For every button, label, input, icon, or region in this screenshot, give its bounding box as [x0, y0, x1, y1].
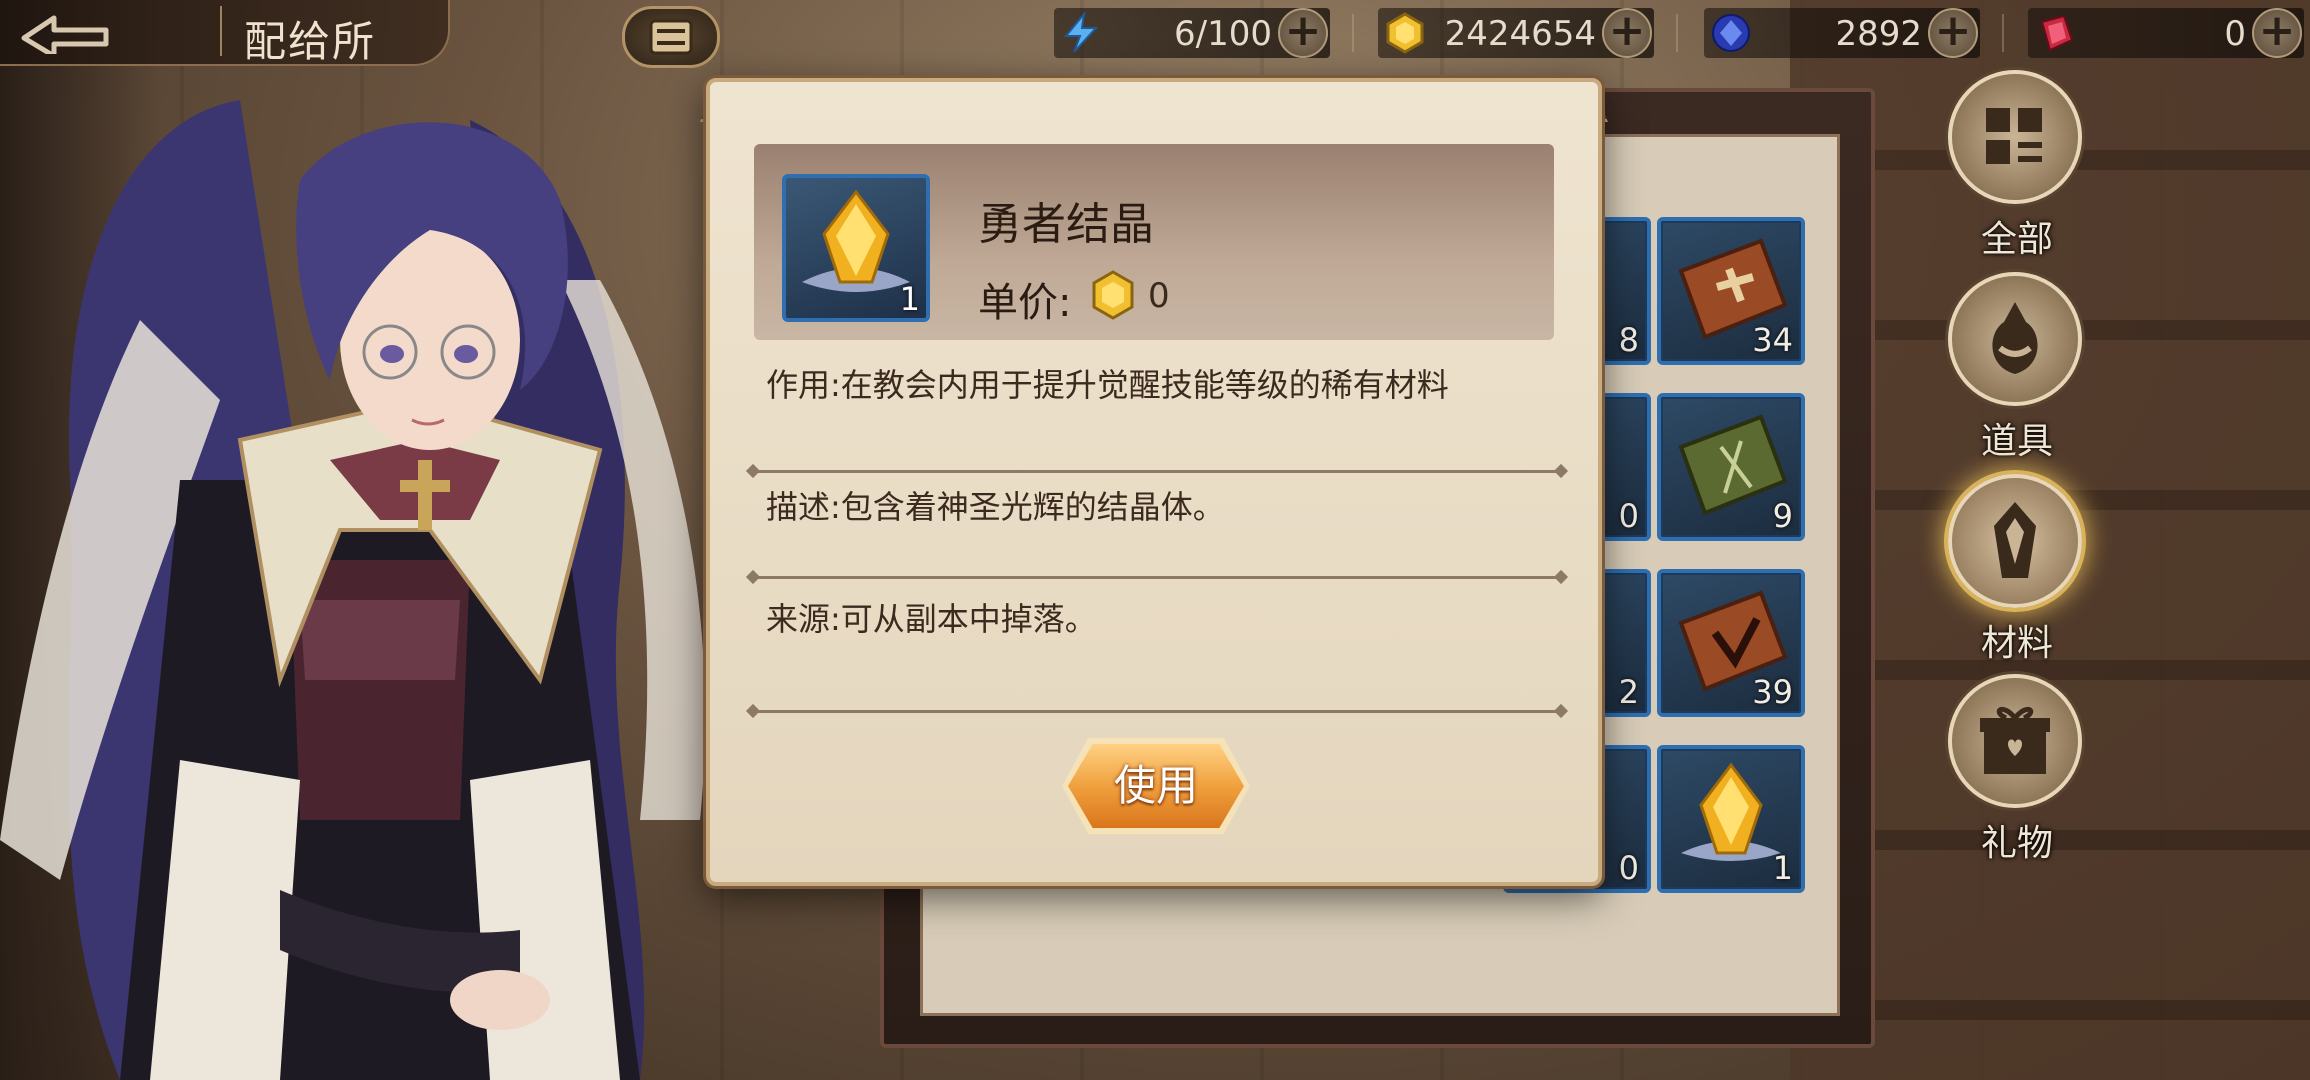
crystal-value: 0 — [2224, 14, 2246, 54]
nav-label: 礼物 — [1980, 823, 2053, 864]
grid-icon — [1948, 70, 2082, 204]
divider — [752, 710, 1562, 713]
gold-value: 2424654 — [1444, 14, 1596, 54]
energy-value: 6/100 — [1174, 14, 1272, 54]
inventory-item[interactable]: 34 — [1657, 217, 1805, 365]
switch-icon — [649, 19, 693, 55]
nav-items[interactable]: 道具 — [1948, 272, 2086, 464]
use-button[interactable]: 使用 — [1068, 744, 1244, 828]
energy-icon — [1063, 12, 1099, 53]
page-title: 配给所 — [244, 17, 377, 66]
gold-resource: 2424654 + — [1378, 8, 1654, 58]
item-header: 1 勇者结晶 单价: 0 — [754, 144, 1554, 340]
item-description: 描述:包含着神圣光辉的结晶体。 — [766, 488, 1225, 526]
top-bar: 配给所 6/100 + 2424654 + 2892 + 0 + — [0, 0, 2310, 80]
divider — [752, 576, 1562, 579]
gold-coin-icon — [1386, 12, 1424, 54]
gem-add-button[interactable]: + — [1928, 8, 1978, 58]
gem-resource: 2892 + — [1704, 8, 1980, 58]
energy-resource: 6/100 + — [1054, 8, 1330, 58]
resource-separator — [1676, 14, 1678, 52]
gift-icon — [1948, 674, 2082, 808]
crystal-icon — [1948, 474, 2082, 608]
nav-label: 材料 — [1980, 623, 2053, 664]
back-button[interactable]: 配给所 — [0, 0, 450, 66]
nav-label: 全部 — [1980, 219, 2053, 260]
energy-add-button[interactable]: + — [1278, 8, 1328, 58]
price-value: 0 — [1148, 276, 1170, 316]
title-separator — [220, 6, 222, 56]
item-detail-modal: 1 勇者结晶 单价: 0 作用:在教会内用于提升觉醒技能等级的稀有材料 描述:包… — [706, 78, 1602, 886]
nav-label: 道具 — [1980, 421, 2053, 462]
item-source: 来源:可从副本中掉落。 — [766, 600, 1097, 638]
character-illustration — [0, 100, 706, 1080]
price-label: 单价: — [978, 280, 1072, 326]
item-quantity: 1 — [899, 280, 920, 318]
resource-separator — [1352, 14, 1354, 52]
red-crystal-icon — [2040, 14, 2074, 52]
gold-coin-icon — [1092, 270, 1134, 320]
item-effect: 作用:在教会内用于提升觉醒技能等级的稀有材料 — [766, 366, 1449, 404]
nav-materials[interactable]: 材料 — [1948, 474, 2086, 666]
blue-gem-icon — [1712, 14, 1750, 52]
inventory-item[interactable]: 1 — [1657, 745, 1805, 893]
nav-gifts[interactable]: 礼物 — [1948, 674, 2086, 866]
divider — [752, 470, 1562, 473]
item-name: 勇者结晶 — [978, 199, 1154, 250]
crystal-add-button[interactable]: + — [2252, 8, 2302, 58]
switch-button[interactable] — [622, 6, 720, 68]
nav-all[interactable]: 全部 — [1948, 70, 2086, 262]
potion-icon — [1948, 272, 2082, 406]
back-arrow-icon — [21, 15, 109, 54]
inventory-item[interactable]: 39 — [1657, 569, 1805, 717]
gem-value: 2892 — [1835, 14, 1922, 54]
crystal-resource: 0 + — [2028, 8, 2304, 58]
resource-separator — [2002, 14, 2004, 52]
inventory-item[interactable]: 9 — [1657, 393, 1805, 541]
gold-add-button[interactable]: + — [1602, 8, 1652, 58]
item-icon-frame: 1 — [782, 174, 930, 322]
